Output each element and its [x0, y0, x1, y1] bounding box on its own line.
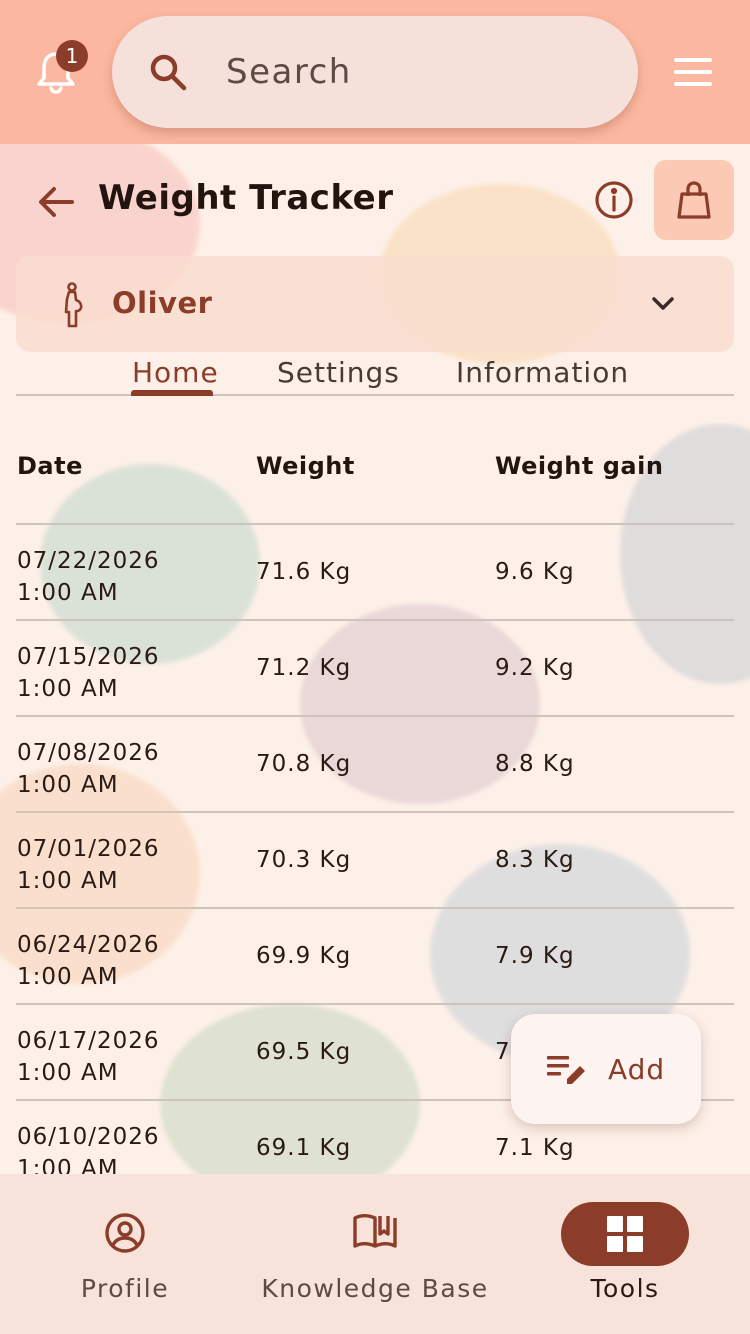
nav-tools[interactable]: Tools	[500, 1174, 750, 1334]
account-circle-icon	[105, 1213, 145, 1253]
tab-bar: Home Settings Information	[16, 352, 734, 396]
row-gain: 9.6 Kg	[495, 559, 575, 585]
shopping-bag-icon	[677, 181, 711, 219]
notification-badge: 1	[56, 40, 88, 72]
row-gain: 7.1 Kg	[495, 1135, 575, 1161]
row-weight: 71.6 Kg	[256, 559, 352, 585]
add-button[interactable]: Add	[511, 1014, 701, 1124]
table-row[interactable]: 07/01/2026 1:00 AM 70.3 Kg 8.3 Kg	[16, 813, 734, 909]
row-gain: 8.8 Kg	[495, 751, 575, 777]
nav-profile[interactable]: Profile	[0, 1174, 250, 1334]
table-row[interactable]: 07/15/2026 1:00 AM 71.2 Kg 9.2 Kg	[16, 621, 734, 717]
row-date: 07/01/2026	[17, 836, 160, 862]
tab-home[interactable]: Home	[132, 356, 219, 389]
search-bar[interactable]: Search	[112, 16, 638, 128]
search-icon	[150, 54, 187, 91]
row-datetime: 06/17/2026 1:00 AM	[17, 1025, 160, 1089]
profile-name: Oliver	[112, 286, 213, 320]
nav-profile-label: Profile	[80, 1274, 170, 1303]
top-app-bar: 1 Search	[0, 0, 750, 144]
row-time: 1:00 AM	[17, 580, 119, 606]
row-date: 06/10/2026	[17, 1124, 160, 1150]
grid-icon	[607, 1216, 643, 1252]
nav-tools-label: Tools	[590, 1274, 660, 1303]
row-time: 1:00 AM	[17, 772, 119, 798]
page-title: Weight Tracker	[98, 178, 394, 218]
tab-information[interactable]: Information	[456, 356, 629, 389]
nav-knowledge-base[interactable]: Knowledge Base	[250, 1174, 500, 1334]
arrow-left-icon	[39, 187, 74, 217]
row-weight: 70.8 Kg	[256, 751, 352, 777]
row-datetime: 07/08/2026 1:00 AM	[17, 737, 160, 801]
table-header: Date Weight Weight gain	[16, 420, 734, 525]
add-button-label: Add	[608, 1053, 666, 1086]
edit-note-icon	[547, 1056, 585, 1084]
pregnant-person-icon	[64, 282, 83, 328]
row-datetime: 06/10/2026 1:00 AM	[17, 1121, 160, 1174]
row-weight: 69.1 Kg	[256, 1135, 352, 1161]
header-weight-gain: Weight gain	[495, 452, 664, 480]
table-row[interactable]: 07/08/2026 1:00 AM 70.8 Kg 8.8 Kg	[16, 717, 734, 813]
header-date: Date	[17, 452, 83, 480]
header-weight: Weight	[256, 452, 355, 480]
row-datetime: 07/22/2026 1:00 AM	[17, 545, 160, 609]
bottom-navigation: Profile Knowledge Base Tools	[0, 1174, 750, 1334]
row-datetime: 06/24/2026 1:00 AM	[17, 929, 160, 993]
shop-button[interactable]	[654, 160, 734, 240]
info-icon	[595, 181, 633, 219]
open-book-icon	[353, 1214, 397, 1248]
nav-knowledge-base-label: Knowledge Base	[261, 1274, 489, 1303]
row-time: 1:00 AM	[17, 868, 119, 894]
profile-selector[interactable]: Oliver	[16, 256, 734, 352]
row-date: 07/22/2026	[17, 548, 160, 574]
row-time: 1:00 AM	[17, 1156, 119, 1174]
row-time: 1:00 AM	[17, 676, 119, 702]
row-date: 06/24/2026	[17, 932, 160, 958]
info-button[interactable]	[594, 180, 634, 220]
row-gain: 8.3 Kg	[495, 847, 575, 873]
row-date: 06/17/2026	[17, 1028, 160, 1054]
row-date: 07/15/2026	[17, 644, 160, 670]
active-tab-indicator	[131, 390, 213, 396]
back-button[interactable]	[36, 182, 76, 222]
row-datetime: 07/15/2026 1:00 AM	[17, 641, 160, 705]
row-weight: 69.5 Kg	[256, 1039, 352, 1065]
row-weight: 70.3 Kg	[256, 847, 352, 873]
row-time: 1:00 AM	[17, 1060, 119, 1086]
row-weight: 71.2 Kg	[256, 655, 352, 681]
search-placeholder: Search	[226, 52, 352, 92]
hamburger-menu-icon[interactable]	[674, 58, 712, 86]
row-weight: 69.9 Kg	[256, 943, 352, 969]
row-date: 07/08/2026	[17, 740, 160, 766]
row-gain: 7.9 Kg	[495, 943, 575, 969]
row-datetime: 07/01/2026 1:00 AM	[17, 833, 160, 897]
chevron-down-icon	[652, 297, 674, 310]
table-row[interactable]: 07/22/2026 1:00 AM 71.6 Kg 9.6 Kg	[16, 525, 734, 621]
tab-settings[interactable]: Settings	[277, 356, 400, 389]
row-gain: 9.2 Kg	[495, 655, 575, 681]
row-time: 1:00 AM	[17, 964, 119, 990]
table-row[interactable]: 06/24/2026 1:00 AM 69.9 Kg 7.9 Kg	[16, 909, 734, 1005]
